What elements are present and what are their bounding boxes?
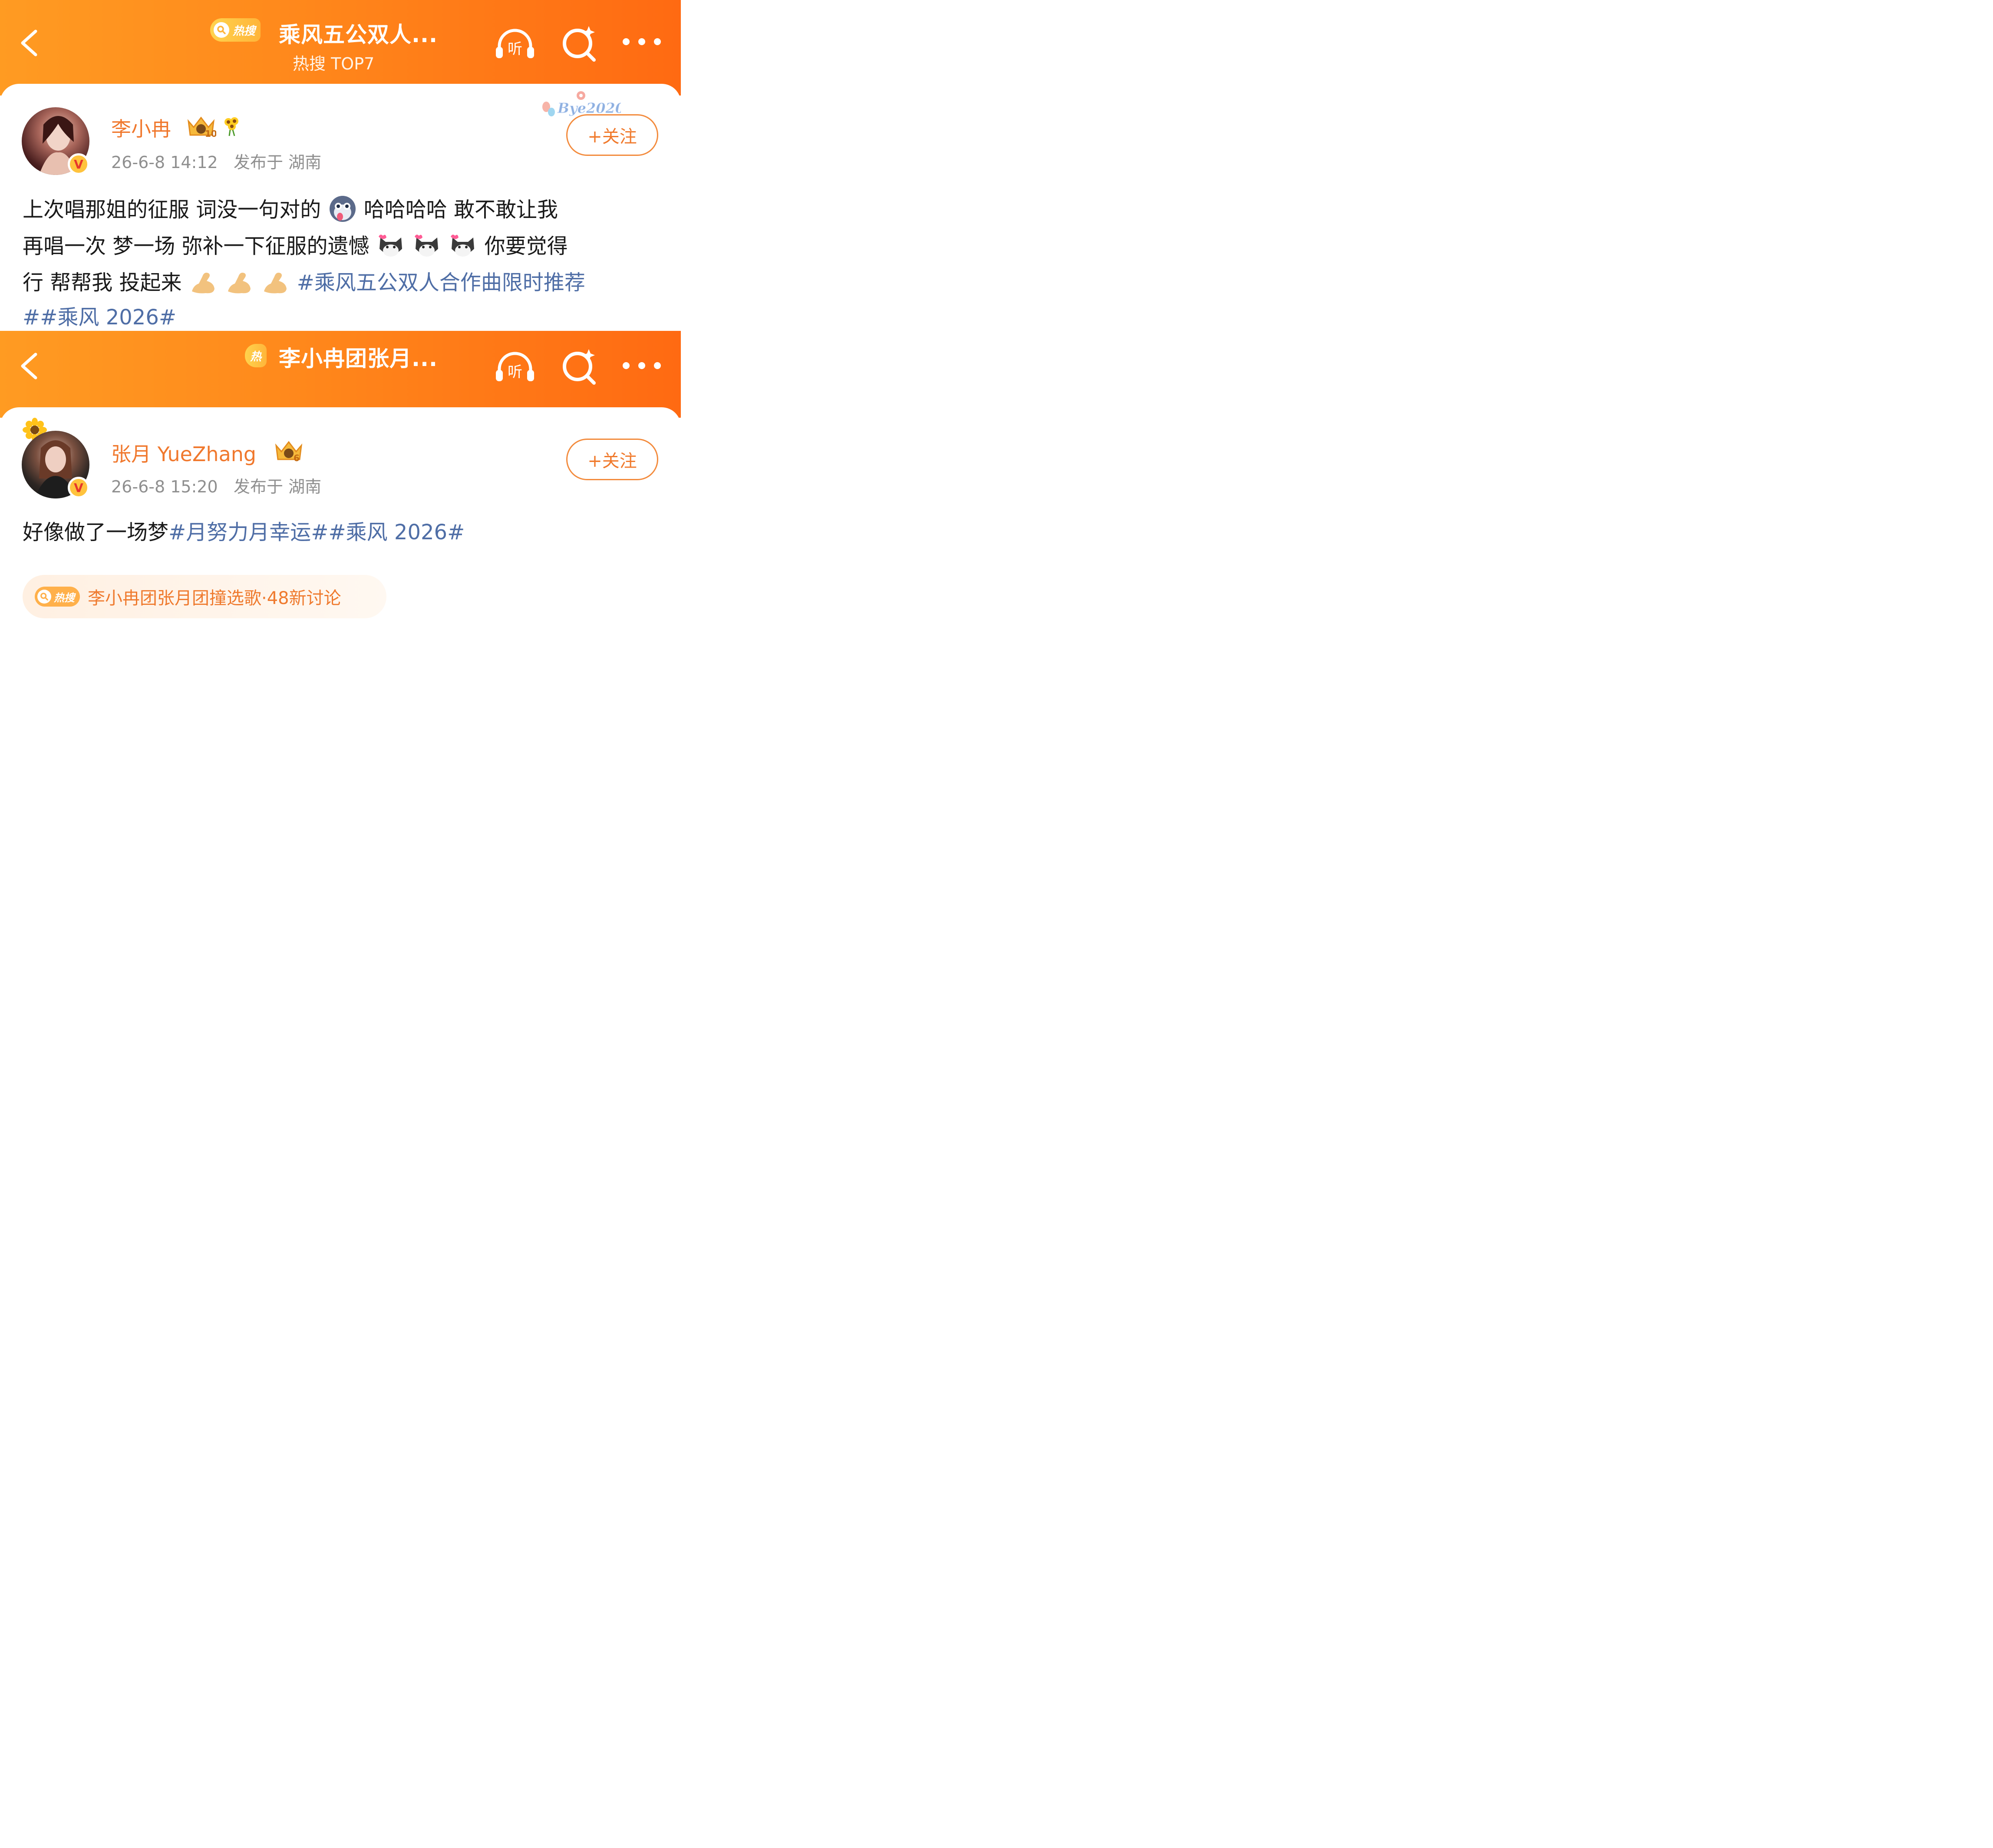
headphone-icon[interactable]: 听 <box>493 346 537 390</box>
headphone-icon[interactable]: 听 <box>493 23 537 67</box>
screenshot-bottom: 热 李小冉团张月... 听 V 张月 YueZhang 6 26-6-8 15:… <box>0 331 681 631</box>
topic-title[interactable]: 李小冉团张月... <box>279 341 438 373</box>
post-text-line-3: 行 帮帮我 投起来 #乘风五公双人合作曲限时推荐 <box>23 268 585 296</box>
hot-badge-label: 热搜 <box>54 591 75 604</box>
sunflower-icon <box>224 117 238 136</box>
hashtag-link[interactable]: #乘风五公双人合作曲限时推荐 <box>297 271 585 295</box>
cat-emoji-icon <box>451 234 475 257</box>
hot-topic-text: 李小冉团张月团撞选歌·48新讨论 <box>88 588 341 608</box>
hot-search-badge[interactable]: 热搜 <box>210 18 261 42</box>
screenshot-top: 热搜 乘风五公双人... 热搜 TOP7 听 V 李小冉 10 26-6-8 1… <box>0 0 681 331</box>
search-icon <box>37 590 51 604</box>
hot-search-badge: 热搜 <box>35 587 80 607</box>
listen-label: 听 <box>508 363 522 381</box>
post-text-line-2: 再唱一次 梦一场 弥补一下征服的遗憾 你要觉得 <box>23 231 568 259</box>
topic-title[interactable]: 乘风五公双人... <box>279 17 438 49</box>
hashtag-link[interactable]: #月努力月幸运##乘风 2026# <box>168 520 465 544</box>
crown-level-icon: 6 <box>275 441 303 463</box>
hot-badge-label: 热搜 <box>233 24 256 38</box>
level-number: 6 <box>294 453 300 463</box>
hashtag-link[interactable]: ##乘风 2026# <box>23 305 176 330</box>
follow-button[interactable]: +关注 <box>566 114 658 156</box>
listen-label: 听 <box>508 40 522 58</box>
text-segment: 你要觉得 <box>484 234 568 258</box>
location: 发布于 湖南 <box>233 153 322 172</box>
search-icon <box>214 22 229 38</box>
topic-rank: 热搜 TOP7 <box>293 54 375 73</box>
post-time: 26-6-8 15:20 发布于 湖南 <box>111 473 321 497</box>
follow-button[interactable]: +关注 <box>566 439 658 480</box>
hot-badge-label: 热 <box>250 350 262 363</box>
post-text: 好像做了一场梦#月努力月幸运##乘风 2026# <box>23 519 465 545</box>
text-segment: 上次唱那姐的征服 词没一句对的 <box>23 198 321 222</box>
location: 发布于 湖南 <box>233 477 322 496</box>
post-text-line-4: ##乘风 2026# <box>23 304 176 330</box>
post-time: 26-6-8 14:12 发布于 湖南 <box>111 149 321 173</box>
cat-emoji-icon <box>415 234 439 257</box>
cat-emoji-icon <box>378 234 402 257</box>
text-segment: 好像做了一场梦 <box>23 520 169 544</box>
text-segment: 再唱一次 梦一场 弥补一下征服的遗憾 <box>23 234 370 258</box>
top-header: 热搜 乘风五公双人... 热搜 TOP7 听 <box>0 0 681 96</box>
search-spark-icon[interactable] <box>558 23 602 67</box>
top-header: 热 李小冉团张月... 听 <box>0 331 681 418</box>
username[interactable]: 张月 YueZhang <box>111 439 256 467</box>
hot-badge[interactable]: 热 <box>245 344 267 367</box>
verified-icon: V <box>68 153 89 175</box>
text-segment: 行 帮帮我 投起来 <box>23 271 182 295</box>
post-card-1: V 李小冉 10 26-6-8 14:12 发布于 湖南 Bye2020 +关注… <box>0 84 681 331</box>
muscle-emoji-icon <box>228 273 251 294</box>
text-segment: 哈哈哈哈 敢不敢让我 <box>363 198 558 222</box>
hot-search-strip[interactable]: 热搜 李小冉团张月团撞选歌·48新讨论 <box>23 575 386 618</box>
muscle-emoji-icon <box>191 273 214 294</box>
post-text-line-1: 上次唱那姐的征服 词没一句对的 哈哈哈哈 敢不敢让我 <box>23 195 558 223</box>
crown-level-icon: 10 <box>187 116 216 139</box>
timestamp: 26-6-8 15:20 <box>111 477 218 496</box>
back-icon[interactable] <box>17 29 43 57</box>
timestamp: 26-6-8 14:12 <box>111 153 218 172</box>
muscle-emoji-icon <box>264 273 287 294</box>
husky-emoji-icon <box>329 196 356 222</box>
level-number: 10 <box>205 129 216 139</box>
username[interactable]: 李小冉 <box>111 113 171 142</box>
more-icon[interactable] <box>620 344 663 387</box>
more-icon[interactable] <box>620 20 663 63</box>
verified-icon: V <box>68 477 89 498</box>
back-icon[interactable] <box>17 352 43 380</box>
search-spark-icon[interactable] <box>558 346 602 390</box>
